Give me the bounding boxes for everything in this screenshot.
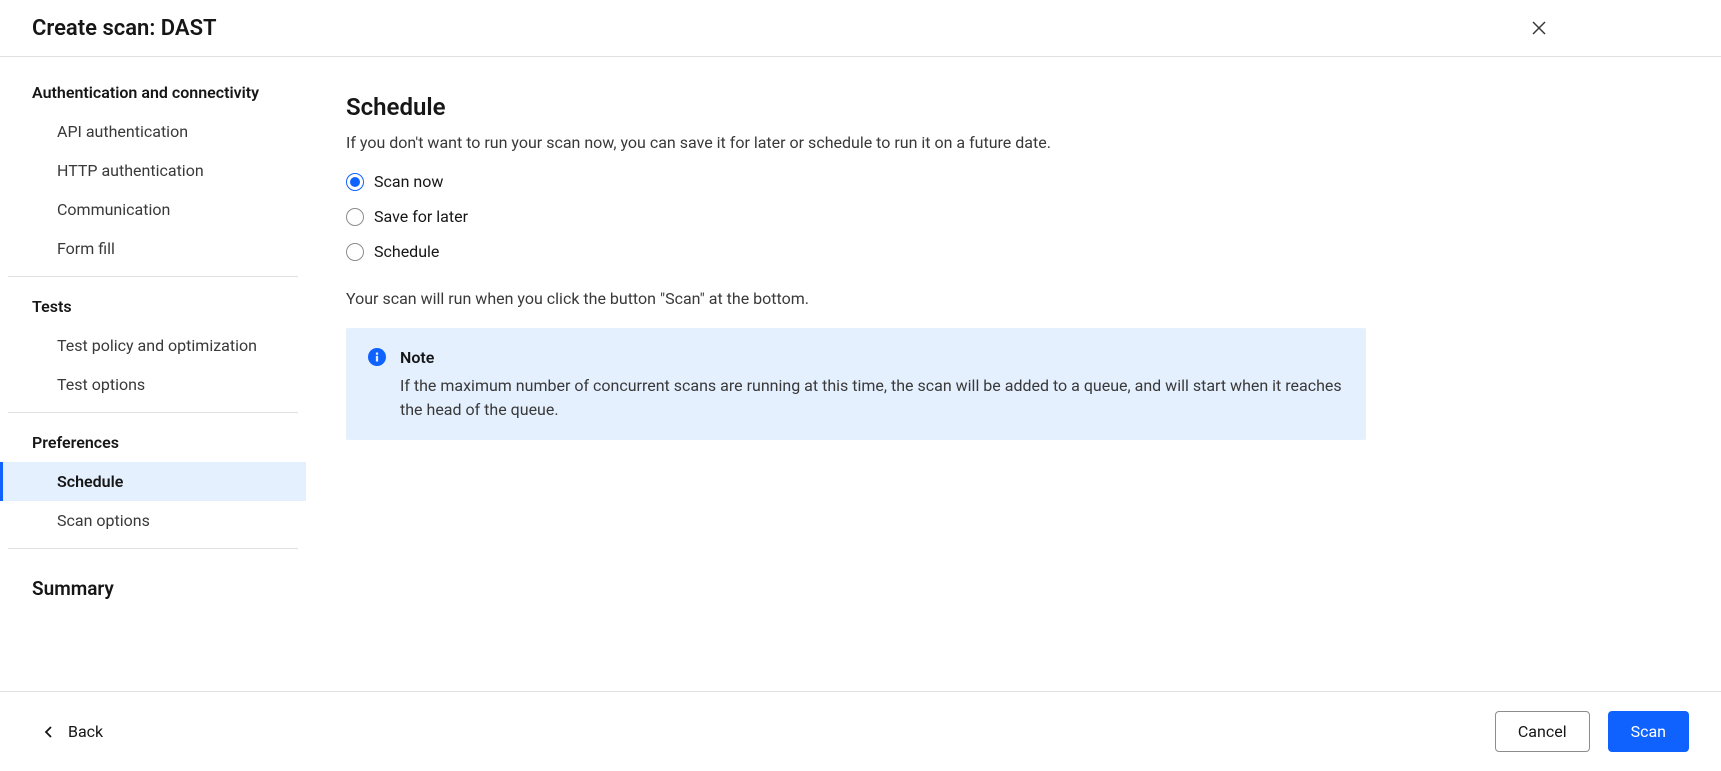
sidebar-item-form-fill[interactable]: Form fill — [0, 229, 306, 268]
dialog-footer: Back Cancel Scan — [0, 691, 1721, 771]
back-label: Back — [68, 722, 103, 741]
scan-button[interactable]: Scan — [1608, 711, 1689, 752]
radio-label: Save for later — [374, 207, 468, 226]
dialog-body: Authentication and connectivity API auth… — [0, 57, 1721, 691]
footer-actions: Cancel Scan — [1495, 711, 1689, 752]
sidebar-item-scan-options[interactable]: Scan options — [0, 501, 306, 540]
radio-option-save-for-later[interactable]: Save for later — [346, 207, 1681, 226]
run-info-text: Your scan will run when you click the bu… — [346, 289, 1681, 308]
sidebar-item-label: HTTP authentication — [57, 161, 204, 180]
sidebar-item-label: API authentication — [57, 122, 188, 141]
page-heading: Schedule — [346, 93, 1681, 121]
radio-indicator — [346, 243, 364, 261]
dialog-header: Create scan: DAST — [0, 0, 1721, 57]
sidebar-group-tests: Tests Test policy and optimization Test … — [8, 277, 298, 413]
main-content: Schedule If you don't want to run your s… — [306, 57, 1721, 691]
note-body: If the maximum number of concurrent scan… — [400, 374, 1344, 422]
sidebar-item-label: Test options — [57, 375, 145, 394]
radio-option-scan-now[interactable]: Scan now — [346, 172, 1681, 191]
sidebar-nav: Authentication and connectivity API auth… — [0, 57, 306, 691]
dialog-title: Create scan: DAST — [32, 16, 217, 41]
sidebar-group-title: Tests — [8, 285, 298, 326]
back-button[interactable]: Back — [32, 714, 115, 749]
schedule-radio-group: Scan now Save for later Schedule — [346, 172, 1681, 261]
close-icon — [1531, 20, 1547, 36]
sidebar-group-title: Preferences — [8, 421, 298, 462]
sidebar-item-label: Scan options — [57, 511, 150, 530]
sidebar-summary[interactable]: Summary — [8, 549, 298, 612]
sidebar-item-label: Form fill — [57, 239, 115, 258]
sidebar-group-auth: Authentication and connectivity API auth… — [8, 63, 298, 277]
sidebar-scroll: Authentication and connectivity API auth… — [0, 63, 306, 691]
sidebar-item-communication[interactable]: Communication — [0, 190, 306, 229]
info-note: Note If the maximum number of concurrent… — [346, 328, 1366, 440]
radio-indicator — [346, 208, 364, 226]
sidebar-item-test-policy[interactable]: Test policy and optimization — [0, 326, 306, 365]
sidebar-item-schedule[interactable]: Schedule — [0, 462, 306, 501]
chevron-left-icon — [44, 725, 54, 739]
sidebar-group-preferences: Preferences Schedule Scan options — [8, 413, 298, 549]
close-button[interactable] — [1529, 18, 1549, 38]
note-content: Note If the maximum number of concurrent… — [400, 346, 1344, 422]
radio-indicator — [346, 173, 364, 191]
sidebar-item-http-authentication[interactable]: HTTP authentication — [0, 151, 306, 190]
sidebar-item-label: Communication — [57, 200, 170, 219]
cancel-button[interactable]: Cancel — [1495, 711, 1590, 752]
page-description: If you don't want to run your scan now, … — [346, 133, 1681, 152]
sidebar-item-label: Schedule — [57, 472, 123, 491]
sidebar-item-api-authentication[interactable]: API authentication — [0, 112, 306, 151]
sidebar-item-test-options[interactable]: Test options — [0, 365, 306, 404]
note-title: Note — [400, 346, 1344, 370]
sidebar-group-title: Authentication and connectivity — [8, 71, 298, 112]
info-icon — [368, 348, 386, 366]
radio-label: Scan now — [374, 172, 443, 191]
radio-option-schedule[interactable]: Schedule — [346, 242, 1681, 261]
sidebar-item-label: Test policy and optimization — [57, 336, 257, 355]
radio-label: Schedule — [374, 242, 439, 261]
